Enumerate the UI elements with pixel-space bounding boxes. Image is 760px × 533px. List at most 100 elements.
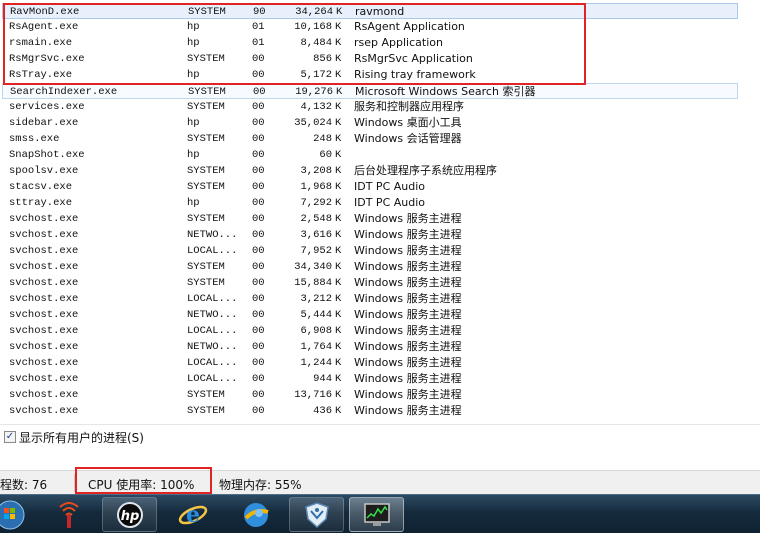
process-description: Windows 桌面小工具 bbox=[354, 116, 462, 129]
process-memory: 2,548 bbox=[300, 213, 332, 225]
process-description: Windows 服务主进程 bbox=[354, 260, 462, 273]
process-row[interactable]: sidebar.exe hp 00 35,024 K Windows 桌面小工具 bbox=[2, 115, 738, 131]
process-row[interactable]: SnapShot.exe hp 00 60 K bbox=[2, 147, 738, 163]
process-user: SYSTEM bbox=[187, 53, 225, 65]
process-cpu: 00 bbox=[253, 86, 266, 98]
process-user: hp bbox=[187, 37, 200, 49]
process-user: hp bbox=[187, 197, 200, 209]
process-name: svchost.exe bbox=[9, 213, 79, 225]
process-description: rsep Application bbox=[354, 36, 443, 49]
process-name: services.exe bbox=[9, 101, 85, 113]
process-memory-unit: K bbox=[335, 37, 342, 49]
process-user: SYSTEM bbox=[187, 389, 225, 401]
process-description: 服务和控制器应用程序 bbox=[354, 100, 464, 113]
process-memory-unit: K bbox=[335, 197, 342, 209]
process-user: LOCAL... bbox=[187, 245, 238, 257]
process-row[interactable]: smss.exe SYSTEM 00 248 K Windows 会话管理器 bbox=[2, 131, 738, 147]
process-name: svchost.exe bbox=[9, 389, 79, 401]
process-name: sidebar.exe bbox=[9, 117, 79, 129]
process-name: svchost.exe bbox=[9, 245, 79, 257]
process-name: svchost.exe bbox=[9, 357, 79, 369]
process-description: RsAgent Application bbox=[354, 20, 465, 33]
process-row[interactable]: svchost.exe LOCAL... 00 6,908 K Windows 服务主进程 bbox=[2, 323, 738, 339]
taskbar-ie-button[interactable]: e bbox=[165, 497, 220, 532]
process-memory: 34,340 bbox=[294, 261, 332, 273]
process-name: rsmain.exe bbox=[9, 37, 73, 49]
process-row[interactable]: svchost.exe LOCAL... 00 3,212 K Windows 服务主进程 bbox=[2, 291, 738, 307]
process-memory: 4,132 bbox=[300, 101, 332, 113]
process-memory: 15,884 bbox=[294, 277, 332, 289]
process-row[interactable]: svchost.exe SYSTEM 00 2,548 K Windows 服务主进程 bbox=[2, 211, 738, 227]
process-user: SYSTEM bbox=[187, 277, 225, 289]
process-row[interactable]: svchost.exe SYSTEM 00 15,884 K Windows 服务主进程 bbox=[2, 275, 738, 291]
process-row[interactable]: rsmain.exe hp 01 8,484 Krsep Application bbox=[2, 35, 738, 51]
process-user: hp bbox=[187, 69, 200, 81]
process-row[interactable]: svchost.exe SYSTEM 00 436 K Windows 服务主进程 bbox=[2, 403, 738, 419]
process-memory: 5,444 bbox=[300, 309, 332, 321]
memory-usage-status: 物理内存: 55% bbox=[219, 478, 302, 492]
process-row[interactable]: sttray.exe hp 00 7,292 K IDT PC Audio bbox=[2, 195, 738, 211]
cpu-usage-status: CPU 使用率: 100% bbox=[88, 478, 195, 492]
process-cpu: 01 bbox=[252, 37, 265, 49]
process-row[interactable]: services.exe SYSTEM 00 4,132 K 服务和控制器应用程序 bbox=[2, 99, 738, 115]
show-all-users-label[interactable]: 显示所有用户的进程(S) bbox=[19, 429, 144, 446]
process-row[interactable]: svchost.exe LOCAL... 00 944 K Windows 服务主进程 bbox=[2, 371, 738, 387]
process-memory: 3,616 bbox=[300, 229, 332, 241]
process-user: NETWO... bbox=[187, 341, 238, 353]
process-memory-unit: K bbox=[335, 389, 342, 401]
process-cpu: 90 bbox=[253, 6, 266, 18]
process-row[interactable]: svchost.exe SYSTEM 00 13,716 K Windows 服务主进程 bbox=[2, 387, 738, 403]
process-row[interactable]: RsAgent.exe hp 01 10,168 K RsAgent Applicatio… bbox=[2, 19, 738, 35]
process-memory-unit: K bbox=[335, 53, 342, 65]
process-description: ravmond bbox=[355, 5, 405, 18]
show-all-users-checkbox[interactable]: ✓ bbox=[4, 431, 16, 443]
process-description: Windows 服务主进程 bbox=[354, 372, 462, 385]
process-memory-unit: K bbox=[335, 373, 342, 385]
process-row[interactable]: SearchIndexer.exe SYSTEM 00 19,276 K Microsof… bbox=[2, 83, 738, 99]
process-cpu: 01 bbox=[252, 21, 265, 33]
taskbar-wireless-button[interactable] bbox=[47, 497, 91, 532]
taskbar-task-manager-button[interactable] bbox=[349, 497, 404, 532]
taskbar-rising-button[interactable] bbox=[289, 497, 344, 532]
process-memory: 944 bbox=[313, 373, 332, 385]
process-memory: 19,276 bbox=[295, 86, 333, 98]
process-count-status: 程数: 76 bbox=[0, 478, 48, 492]
process-name: SnapShot.exe bbox=[9, 149, 85, 161]
process-memory: 13,716 bbox=[294, 389, 332, 401]
process-row[interactable]: svchost.exe LOCAL... 00 7,952 K Windows 服务主进程 bbox=[2, 243, 738, 259]
process-row[interactable]: svchost.exe NETWO... 00 5,444 K Windows 服务主进程 bbox=[2, 307, 738, 323]
taskbar-hp-button[interactable]: hp bbox=[102, 497, 157, 532]
process-memory: 6,908 bbox=[300, 325, 332, 337]
process-user: hp bbox=[187, 149, 200, 161]
process-description: Microsoft Windows Search 索引器 bbox=[355, 85, 536, 98]
process-memory-unit: K bbox=[335, 357, 342, 369]
globe-browser-icon bbox=[243, 502, 269, 527]
process-description: Windows 服务主进程 bbox=[354, 324, 462, 337]
process-row[interactable]: svchost.exe NETWO... 00 3,616 K Windows 服务主进程 bbox=[2, 227, 738, 243]
process-cpu: 00 bbox=[252, 69, 265, 81]
process-memory-unit: K bbox=[335, 293, 342, 305]
process-description: Windows 服务主进程 bbox=[354, 340, 462, 353]
start-button[interactable] bbox=[0, 497, 26, 532]
process-row[interactable]: RsTray.exe hp 00 5,172 K Rising tray framewor… bbox=[2, 67, 738, 83]
process-cpu: 00 bbox=[252, 133, 265, 145]
process-cpu: 00 bbox=[252, 325, 265, 337]
taskbar-browser-button[interactable] bbox=[228, 497, 283, 532]
process-row[interactable]: RavMonD.exe SYSTEM 90 34,264 Kravmond bbox=[2, 3, 738, 19]
process-user: SYSTEM bbox=[187, 101, 225, 113]
process-memory-unit: K bbox=[335, 149, 342, 161]
process-description: Windows 服务主进程 bbox=[354, 228, 462, 241]
process-cpu: 00 bbox=[252, 117, 265, 129]
process-memory-unit: K bbox=[335, 181, 342, 193]
process-list[interactable]: RavMonD.exe SYSTEM 90 34,264 Kravmond RsAgent… bbox=[0, 0, 760, 424]
process-row[interactable]: svchost.exe NETWO... 00 1,764 K Windows 服务主进程 bbox=[2, 339, 738, 355]
process-row[interactable]: RsMgrSvc.exe SYSTEM 00 856 K RsMgrSvc Applica… bbox=[2, 51, 738, 67]
process-row[interactable]: spoolsv.exe SYSTEM 00 3,208 K 后台处理程序子系统应用程序 bbox=[2, 163, 738, 179]
process-row[interactable]: stacsv.exe SYSTEM 00 1,968 K IDT PC Audio bbox=[2, 179, 738, 195]
rising-shield-icon bbox=[304, 501, 329, 528]
process-name: svchost.exe bbox=[9, 325, 79, 337]
process-memory-unit: K bbox=[335, 133, 342, 145]
process-row[interactable]: svchost.exe LOCAL... 00 1,244 K Windows 服务主进程 bbox=[2, 355, 738, 371]
process-description: Windows 服务主进程 bbox=[354, 276, 462, 289]
process-row[interactable]: svchost.exe SYSTEM 00 34,340 K Windows 服务主进程 bbox=[2, 259, 738, 275]
